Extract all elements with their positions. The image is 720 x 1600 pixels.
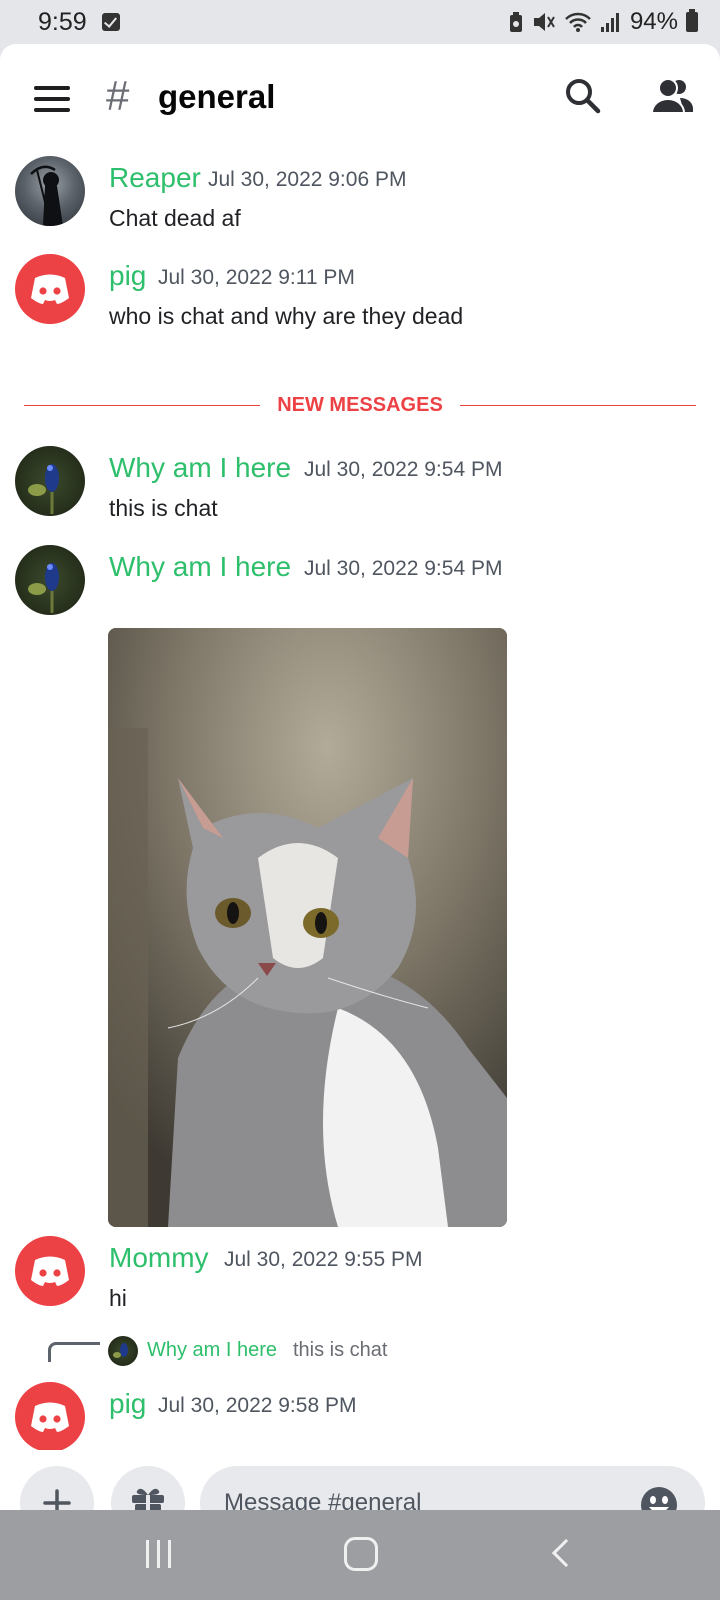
avatar[interactable] — [15, 545, 85, 615]
menu-icon[interactable] — [34, 86, 70, 112]
message-timestamp: Jul 30, 2022 9:54 PM — [304, 458, 503, 481]
cat-photo — [108, 628, 507, 1227]
battery-saver-icon — [509, 12, 522, 32]
plus-icon[interactable] — [20, 1466, 94, 1510]
reaper-avatar-icon — [30, 165, 63, 226]
message-author[interactable]: Why am I here — [109, 551, 291, 583]
image-attachment[interactable] — [108, 628, 507, 1227]
discord-app: # general Reaper Jul 30, 2022 9:06 PM Ch… — [0, 44, 720, 1510]
new-messages-divider: NEW MESSAGES — [24, 394, 696, 418]
plant-avatar-icon — [113, 1343, 128, 1358]
message-list[interactable]: Reaper Jul 30, 2022 9:06 PM Chat dead af… — [0, 148, 720, 1450]
message-timestamp: Jul 30, 2022 9:11 PM — [158, 266, 355, 289]
discord-logo-icon — [31, 1256, 69, 1286]
gift-icon[interactable] — [111, 1466, 185, 1510]
back-icon[interactable] — [551, 1538, 581, 1568]
discord-logo-icon — [31, 274, 69, 304]
wifi-icon — [565, 12, 591, 32]
message-timestamp: Jul 30, 2022 9:06 PM — [208, 168, 407, 191]
plant-avatar-icon — [28, 464, 59, 514]
emoji-icon[interactable] — [640, 1486, 678, 1510]
message-text: who is chat and why are they dead — [109, 303, 464, 329]
message-timestamp: Jul 30, 2022 9:55 PM — [224, 1248, 423, 1271]
system-nav-bar — [0, 1510, 720, 1600]
message-text: hi — [109, 1285, 127, 1311]
channel-hash-icon: # — [106, 72, 130, 119]
reply-author[interactable]: Why am I here — [147, 1339, 277, 1362]
mute-icon — [533, 13, 555, 31]
message-author[interactable]: Reaper — [109, 162, 201, 194]
message-author[interactable]: pig — [109, 260, 146, 292]
channel-title: general — [158, 78, 276, 115]
avatar[interactable] — [15, 156, 85, 226]
avatar[interactable] — [15, 1382, 85, 1450]
reply-connector — [48, 1342, 100, 1362]
message-text: Chat dead af — [109, 205, 241, 231]
battery-icon — [686, 9, 698, 32]
status-time: 9:59 — [38, 8, 87, 36]
reply-text[interactable]: this is chat — [293, 1339, 387, 1362]
channel-header: # general — [0, 44, 720, 148]
avatar[interactable] — [15, 446, 85, 516]
avatar[interactable] — [15, 1236, 85, 1306]
message-timestamp: Jul 30, 2022 9:54 PM — [304, 557, 503, 580]
new-messages-label: NEW MESSAGES — [277, 394, 443, 416]
reply-avatar — [108, 1336, 138, 1366]
message-author[interactable]: Mommy — [109, 1242, 209, 1274]
avatar[interactable] — [15, 254, 85, 324]
status-icons: 94% — [508, 8, 698, 36]
message-text: this is chat — [109, 495, 218, 521]
discord-logo-icon — [31, 1402, 69, 1432]
message-input[interactable] — [200, 1466, 705, 1510]
status-bar: 9:59 94% — [0, 0, 720, 44]
signal-icon — [600, 13, 619, 32]
members-icon[interactable] — [650, 76, 694, 116]
message-author[interactable]: Why am I here — [109, 452, 291, 484]
plant-avatar-icon — [28, 563, 59, 613]
message-author[interactable]: pig — [109, 1388, 146, 1420]
recent-apps-icon[interactable] — [144, 1540, 176, 1568]
home-icon[interactable] — [344, 1537, 378, 1571]
battery-percent: 94% — [629, 8, 678, 35]
search-icon[interactable] — [563, 76, 603, 116]
checkbox-icon — [102, 13, 120, 31]
message-timestamp: Jul 30, 2022 9:58 PM — [158, 1394, 357, 1417]
message-composer — [0, 1450, 720, 1510]
